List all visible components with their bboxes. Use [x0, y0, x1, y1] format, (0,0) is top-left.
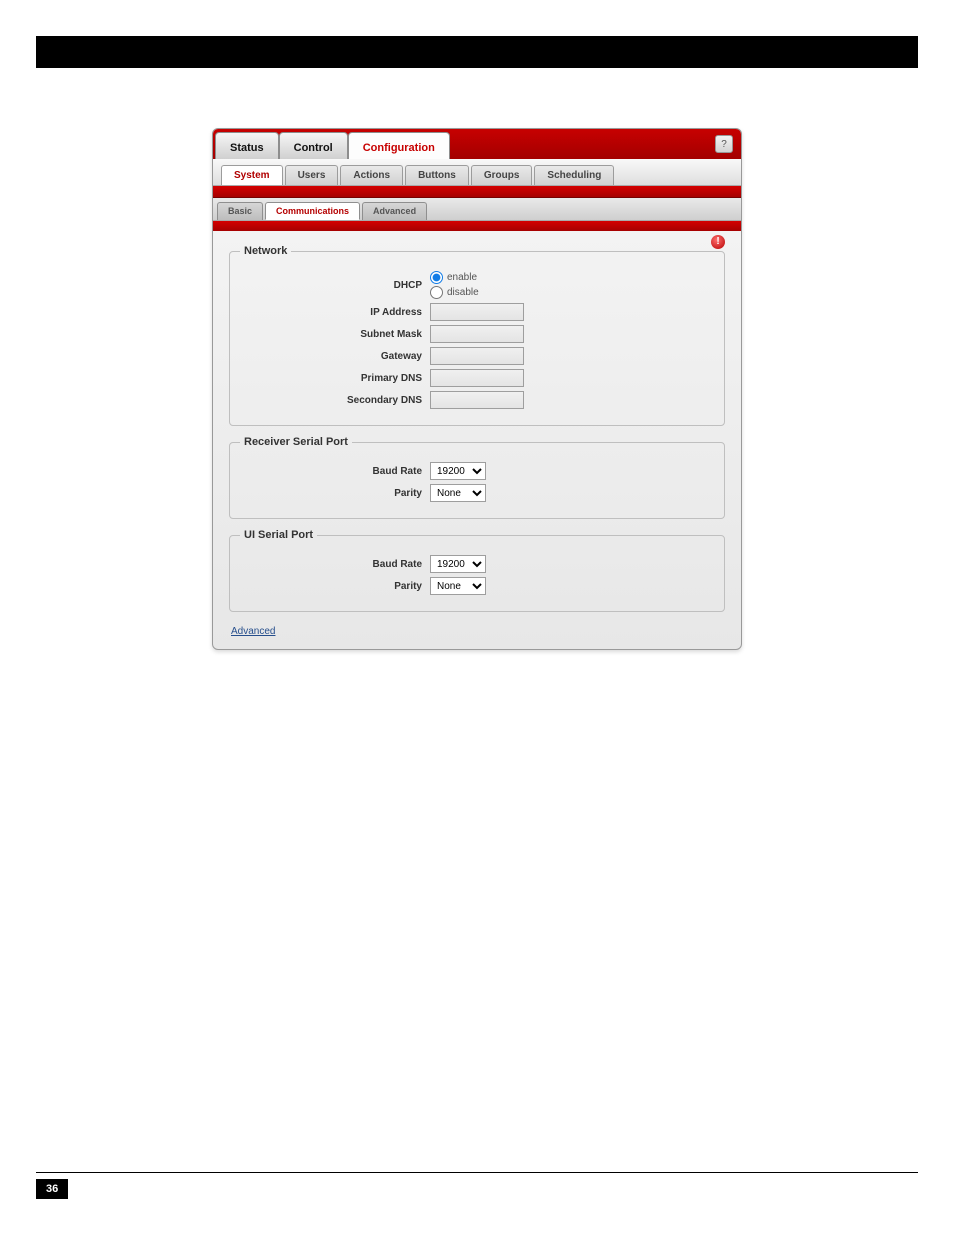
form-content: ! Network DHCP enable disable: [213, 231, 741, 649]
tab3-communications[interactable]: Communications: [265, 202, 360, 220]
receiver-parity-label: Parity: [240, 488, 430, 499]
subtab-system[interactable]: System: [221, 165, 283, 185]
ui-parity-select[interactable]: None: [430, 577, 486, 595]
gateway-label: Gateway: [240, 351, 430, 362]
alert-icon[interactable]: !: [711, 235, 725, 249]
dhcp-label: DHCP: [240, 280, 430, 291]
dhcp-enable-text: enable: [447, 272, 477, 283]
dhcp-disable-radio[interactable]: [430, 286, 443, 299]
page-number: 36: [36, 1179, 68, 1199]
network-legend: Network: [240, 245, 291, 257]
subtab-users[interactable]: Users: [285, 165, 339, 185]
dhcp-enable-option[interactable]: enable: [430, 271, 479, 284]
tab-status[interactable]: Status: [215, 132, 279, 159]
advanced-link[interactable]: Advanced: [229, 622, 725, 637]
tertiary-tab-strip: Basic Communications Advanced: [213, 198, 741, 221]
ui-baud-select[interactable]: 19200: [430, 555, 486, 573]
ui-serial-fieldset: UI Serial Port Baud Rate 19200 Parity No…: [229, 529, 725, 612]
main-tab-strip: Status Control Configuration ?: [213, 129, 741, 159]
receiver-parity-select[interactable]: None: [430, 484, 486, 502]
subtab-actions[interactable]: Actions: [340, 165, 403, 185]
receiver-serial-fieldset: Receiver Serial Port Baud Rate 19200 Par…: [229, 436, 725, 519]
subtab-buttons[interactable]: Buttons: [405, 165, 469, 185]
subtab-groups[interactable]: Groups: [471, 165, 533, 185]
config-panel: Status Control Configuration ? System Us…: [212, 128, 742, 650]
help-button[interactable]: ?: [715, 135, 733, 153]
ui-serial-legend: UI Serial Port: [240, 529, 317, 541]
subnet-input[interactable]: [430, 325, 524, 343]
dhcp-disable-text: disable: [447, 287, 479, 298]
receiver-baud-select[interactable]: 19200: [430, 462, 486, 480]
ui-parity-label: Parity: [240, 581, 430, 592]
pdns-label: Primary DNS: [240, 373, 430, 384]
tab-control[interactable]: Control: [279, 132, 348, 159]
sdns-label: Secondary DNS: [240, 395, 430, 406]
tab-configuration[interactable]: Configuration: [348, 132, 450, 159]
divider-red-bar: [213, 186, 741, 198]
footer-divider: [36, 1172, 918, 1173]
gateway-input[interactable]: [430, 347, 524, 365]
network-fieldset: Network DHCP enable disable: [229, 245, 725, 426]
receiver-serial-legend: Receiver Serial Port: [240, 436, 352, 448]
page-footer: 36: [36, 1172, 918, 1199]
subtab-scheduling[interactable]: Scheduling: [534, 165, 614, 185]
dhcp-enable-radio[interactable]: [430, 271, 443, 284]
dhcp-disable-option[interactable]: disable: [430, 286, 479, 299]
question-icon: ?: [721, 139, 727, 150]
pdns-input[interactable]: [430, 369, 524, 387]
ip-label: IP Address: [240, 307, 430, 318]
ip-input[interactable]: [430, 303, 524, 321]
sdns-input[interactable]: [430, 391, 524, 409]
header-black-bar: [36, 36, 918, 68]
tab3-advanced[interactable]: Advanced: [362, 202, 427, 220]
divider-red-bar-2: [213, 221, 741, 231]
sub-tab-strip: System Users Actions Buttons Groups Sche…: [213, 159, 741, 186]
ui-baud-label: Baud Rate: [240, 559, 430, 570]
receiver-baud-label: Baud Rate: [240, 466, 430, 477]
tab3-basic[interactable]: Basic: [217, 202, 263, 220]
subnet-label: Subnet Mask: [240, 329, 430, 340]
